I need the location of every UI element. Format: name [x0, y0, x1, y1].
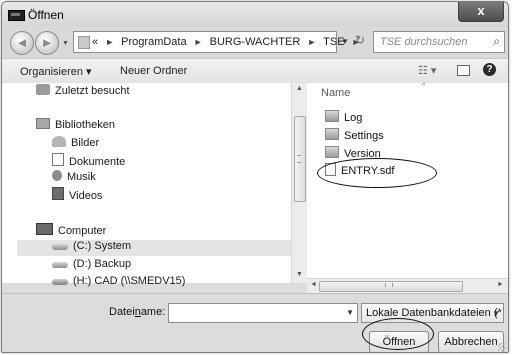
- breadcrumb-separator-icon[interactable]: ►: [303, 37, 320, 47]
- computer-icon: [36, 223, 53, 235]
- navigation-pane-scrollbar[interactable]: ▲ ▼: [291, 83, 307, 283]
- title-bar: Öffnen x: [2, 2, 508, 26]
- recent-places-icon: [36, 84, 50, 95]
- preview-pane-icon[interactable]: [457, 65, 470, 76]
- hard-drive-icon: [52, 262, 68, 268]
- breadcrumb-burg-wachter[interactable]: BURG-WACHTER: [210, 36, 301, 48]
- window-icon: [8, 10, 25, 21]
- scroll-up-icon[interactable]: ▲: [296, 85, 303, 92]
- folder-icon: [325, 128, 339, 140]
- nav-item-drive-h[interactable]: (H:) CAD (\\SMEDV15): [52, 275, 185, 291]
- filename-field[interactable]: ▼: [168, 303, 358, 323]
- library-icon: [36, 118, 50, 129]
- chevron-down-icon: ▼: [492, 309, 500, 318]
- nav-item-documents[interactable]: Dokumente: [52, 153, 125, 169]
- list-item[interactable]: Log: [325, 110, 362, 124]
- nav-item-drive-c[interactable]: (C:) System: [17, 240, 292, 256]
- annotation-circle-open: [362, 318, 434, 350]
- organize-button[interactable]: Organisieren ▾: [20, 65, 92, 78]
- breadcrumb-programdata[interactable]: ProgramData: [121, 36, 186, 48]
- folder-icon: [325, 110, 339, 122]
- nav-item-drive-d[interactable]: (D:) Backup: [52, 258, 131, 274]
- hard-drive-icon: [52, 244, 68, 250]
- filename-dropdown-icon[interactable]: ▼: [346, 308, 354, 317]
- back-arrow-icon: ◄: [15, 35, 29, 50]
- filename-label: Dateiname:: [109, 306, 166, 318]
- command-bar: Organisieren ▾ Neuer Ordner ☷ ▾ ?: [2, 58, 508, 84]
- nav-item-pictures[interactable]: Bilder: [52, 136, 99, 152]
- nav-item-music[interactable]: Musik: [52, 170, 96, 186]
- scrollbar-grip-icon: [297, 155, 301, 163]
- list-item[interactable]: Settings: [325, 128, 384, 142]
- bottom-panel: Dateiname: ▼ Lokale Datenbankdateien (* …: [2, 293, 508, 352]
- annotation-circle-file: [317, 158, 437, 188]
- scroll-right-icon[interactable]: ►: [497, 281, 504, 288]
- window-title: Öffnen: [28, 8, 64, 22]
- cancel-button[interactable]: Abbrechen: [438, 331, 504, 352]
- back-button[interactable]: ◄: [10, 31, 34, 55]
- file-type-value: Lokale Datenbankdateien (*: [366, 307, 502, 319]
- nav-item-videos[interactable]: Videos: [52, 187, 102, 203]
- documents-icon: [52, 153, 64, 166]
- refresh-icon[interactable]: ↻: [355, 33, 365, 47]
- column-header-name[interactable]: Name: [321, 87, 350, 99]
- address-dropdown[interactable]: ▼: [341, 37, 349, 46]
- scroll-down-icon[interactable]: ▼: [296, 271, 303, 278]
- scrollbar-grip-icon: [385, 283, 393, 287]
- breadcrumb-separator-icon[interactable]: ►: [101, 37, 118, 47]
- forward-arrow-icon: ►: [40, 35, 54, 50]
- breadcrumb-overflow[interactable]: «: [92, 36, 98, 48]
- search-icon: ⌕: [493, 34, 500, 48]
- folder-icon: [78, 36, 90, 49]
- videos-icon: [52, 187, 64, 200]
- forward-button[interactable]: ►: [35, 31, 59, 55]
- network-drive-icon: [52, 279, 68, 285]
- new-folder-button[interactable]: Neuer Ordner: [120, 65, 187, 77]
- breadcrumb-separator-icon[interactable]: ►: [190, 37, 207, 47]
- sort-indicator-icon: ^: [422, 83, 426, 90]
- nav-item-computer[interactable]: Computer: [36, 223, 106, 239]
- resize-grip[interactable]: [498, 343, 506, 351]
- nav-item-libraries[interactable]: Bibliotheken: [36, 118, 115, 134]
- close-button[interactable]: x: [458, 2, 504, 22]
- breadcrumb: « ► ProgramData ► BURG-WACHTER ► TSE ►: [92, 36, 365, 48]
- recent-locations-dropdown[interactable]: ▼: [62, 40, 69, 47]
- address-bar[interactable]: « ► ProgramData ► BURG-WACHTER ► TSE ►: [73, 31, 361, 53]
- open-dialog: Öffnen x ◄ ► ▼ « ► ProgramData ► BURG-WA…: [1, 1, 509, 353]
- navigation-pane: Zuletzt besucht Bibliotheken Bilder Doku…: [2, 83, 305, 287]
- search-placeholder: TSE durchsuchen: [380, 36, 468, 48]
- view-options-icon[interactable]: ☷ ▾: [418, 64, 436, 77]
- nav-item-recent[interactable]: Zuletzt besucht: [36, 84, 130, 100]
- navigation-bar: ◄ ► ▼ « ► ProgramData ► BURG-WACHTER ► T…: [2, 26, 508, 58]
- pictures-icon: [52, 136, 66, 147]
- music-icon: [52, 170, 62, 181]
- folder-icon: [325, 146, 339, 158]
- file-list-scrollbar[interactable]: ◄ ►: [307, 278, 508, 294]
- help-icon[interactable]: ?: [483, 63, 496, 76]
- search-input[interactable]: TSE durchsuchen ⌕: [373, 31, 505, 53]
- scroll-left-icon[interactable]: ◄: [310, 281, 317, 288]
